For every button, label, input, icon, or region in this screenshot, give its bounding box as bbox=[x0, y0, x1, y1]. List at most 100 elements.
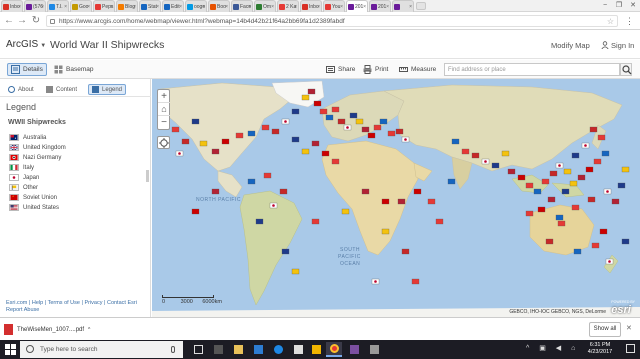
shipwreck-marker[interactable] bbox=[617, 182, 626, 189]
tab-legend[interactable]: Legend bbox=[88, 84, 127, 95]
edge-app-icon[interactable] bbox=[270, 342, 286, 357]
shipwreck-marker[interactable] bbox=[569, 180, 578, 187]
shipwreck-marker[interactable] bbox=[211, 148, 220, 155]
shipwreck-marker[interactable] bbox=[367, 132, 376, 139]
browser-tab[interactable]: Inbo × bbox=[300, 0, 322, 12]
browser-tab[interactable]: Boo × bbox=[208, 0, 230, 12]
people-app-icon[interactable] bbox=[366, 342, 382, 357]
shipwreck-marker[interactable] bbox=[447, 178, 456, 185]
photo-app-icon[interactable] bbox=[346, 342, 362, 357]
url-input[interactable]: https://www.arcgis.com/home/webmap/viewe… bbox=[46, 15, 618, 27]
shipwreck-marker[interactable] bbox=[313, 100, 322, 107]
task-view-icon[interactable] bbox=[190, 342, 206, 357]
browser-menu-icon[interactable]: ⋮ bbox=[625, 15, 634, 27]
tab-close-icon[interactable]: × bbox=[179, 4, 182, 10]
browser-tab[interactable]: Peps × bbox=[93, 0, 115, 12]
shipwreck-marker[interactable] bbox=[311, 218, 320, 225]
shipwreck-marker[interactable] bbox=[561, 188, 570, 195]
tab-close-icon[interactable]: × bbox=[64, 4, 67, 10]
shipwreck-marker[interactable] bbox=[361, 188, 370, 195]
browser-tab[interactable]: 201 × bbox=[346, 0, 368, 12]
shipwreck-marker[interactable] bbox=[395, 128, 404, 135]
shipwreck-marker[interactable] bbox=[411, 278, 420, 285]
shipwreck-marker[interactable] bbox=[555, 214, 564, 221]
browser-tab[interactable]: Inbo × bbox=[1, 0, 23, 12]
system-tray[interactable]: ^ ▣ ◀ ⌂ bbox=[526, 344, 579, 352]
shipwreck-marker[interactable] bbox=[325, 114, 334, 121]
close-window-button[interactable]: ✕ bbox=[626, 0, 640, 12]
shipwreck-marker[interactable] bbox=[545, 238, 554, 245]
new-tab-button[interactable] bbox=[416, 2, 426, 10]
shipwreck-marker[interactable] bbox=[171, 126, 180, 133]
shipwreck-marker[interactable] bbox=[507, 168, 516, 175]
browser-tab[interactable]: You × bbox=[323, 0, 345, 12]
map-attribution[interactable]: GEBCO, IHO-IOC GEBCO, NGS, DeLorme bbox=[509, 309, 606, 315]
shipwreck-marker[interactable] bbox=[301, 94, 310, 101]
camera-app-icon[interactable] bbox=[210, 342, 226, 357]
zoom-out-button[interactable]: − bbox=[158, 116, 170, 129]
taskbar-clock[interactable]: 6:31 PM 4/23/2017 bbox=[578, 342, 622, 356]
shipwreck-marker[interactable] bbox=[247, 178, 256, 185]
locate-button[interactable] bbox=[157, 136, 170, 149]
shipwreck-marker[interactable] bbox=[533, 188, 542, 195]
shipwreck-marker[interactable] bbox=[573, 248, 582, 255]
shipwreck-marker[interactable] bbox=[221, 138, 230, 145]
mail-app-icon[interactable] bbox=[290, 342, 306, 357]
minimize-button[interactable]: − bbox=[598, 0, 612, 12]
shipwreck-marker[interactable] bbox=[387, 130, 396, 137]
search-input[interactable]: Find address or place bbox=[444, 63, 620, 76]
shipwreck-marker[interactable] bbox=[557, 220, 566, 227]
shipwreck-marker[interactable] bbox=[307, 88, 316, 95]
shipwreck-marker[interactable] bbox=[291, 268, 300, 275]
browser-tab[interactable]: Edit × bbox=[162, 0, 184, 12]
panel-scrollbar[interactable] bbox=[146, 170, 149, 182]
browser-tab[interactable]: 2 Ka × bbox=[277, 0, 299, 12]
shipwreck-marker[interactable] bbox=[397, 198, 406, 205]
shipwreck-marker[interactable] bbox=[291, 136, 300, 143]
home-button[interactable]: ⌂ bbox=[158, 103, 170, 116]
shipwreck-marker[interactable] bbox=[341, 208, 350, 215]
store-app-icon[interactable] bbox=[250, 342, 266, 357]
shipwreck-marker[interactable] bbox=[191, 118, 200, 125]
report-abuse-link[interactable]: Report Abuse bbox=[6, 307, 151, 314]
tab-close-icon[interactable]: × bbox=[294, 4, 297, 10]
shipwreck-marker[interactable] bbox=[517, 174, 526, 181]
shipwreck-marker[interactable] bbox=[349, 112, 358, 119]
tab-close-icon[interactable]: × bbox=[156, 4, 159, 10]
tab-close-icon[interactable]: × bbox=[110, 4, 113, 10]
shipwreck-marker[interactable] bbox=[331, 158, 340, 165]
download-item[interactable]: TheWiseMen_1007....pdf ^ bbox=[4, 322, 100, 337]
shipwreck-marker[interactable] bbox=[571, 204, 580, 211]
shipwreck-marker[interactable] bbox=[361, 126, 370, 133]
tab-close-icon[interactable]: × bbox=[18, 4, 21, 10]
browser-tab[interactable]: T.I. × bbox=[47, 0, 69, 12]
shipwreck-marker[interactable] bbox=[291, 108, 300, 115]
taskbar-search-input[interactable]: Type here to search bbox=[20, 341, 183, 358]
shipwreck-marker[interactable] bbox=[525, 210, 534, 217]
shipwreck-marker[interactable] bbox=[563, 168, 572, 175]
search-button[interactable] bbox=[620, 63, 632, 76]
folder-app-icon[interactable] bbox=[230, 342, 246, 357]
forward-arrow-icon[interactable]: → bbox=[16, 15, 28, 27]
shipwreck-marker[interactable] bbox=[311, 140, 320, 147]
tab-about[interactable]: About bbox=[5, 84, 37, 95]
shipwreck-marker[interactable] bbox=[247, 130, 256, 137]
shipwreck-marker[interactable] bbox=[271, 128, 280, 135]
esri-logo[interactable]: POWERED BY esri bbox=[611, 300, 635, 316]
shipwreck-marker[interactable] bbox=[471, 152, 480, 159]
arcgis-logo[interactable]: ArcGIS ▼ bbox=[6, 39, 46, 50]
zoom-in-button[interactable]: + bbox=[158, 90, 170, 103]
shipwreck-marker[interactable] bbox=[319, 108, 328, 115]
shipwreck-marker[interactable] bbox=[501, 150, 510, 157]
shipwreck-marker[interactable] bbox=[547, 196, 556, 203]
shipwreck-marker[interactable] bbox=[355, 118, 364, 125]
browser-tab[interactable]: 201 × bbox=[369, 0, 391, 12]
shipwreck-marker[interactable] bbox=[331, 106, 340, 113]
shipwreck-marker[interactable] bbox=[541, 178, 550, 185]
shipwreck-marker[interactable] bbox=[435, 218, 444, 225]
shipwreck-marker[interactable] bbox=[413, 188, 422, 195]
shipwreck-marker[interactable] bbox=[401, 248, 410, 255]
shipwreck-marker[interactable] bbox=[537, 206, 546, 213]
shipwreck-marker[interactable] bbox=[321, 150, 330, 157]
share-button[interactable]: Share bbox=[326, 63, 355, 76]
